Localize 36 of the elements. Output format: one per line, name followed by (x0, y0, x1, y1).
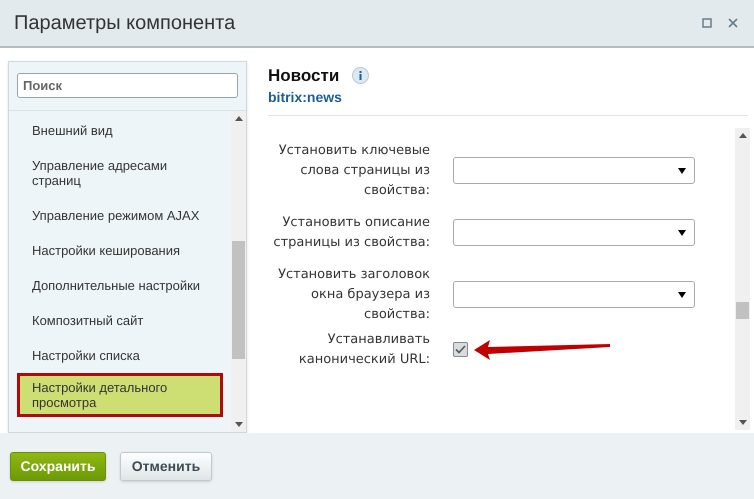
cancel-button[interactable]: Отменить (120, 452, 212, 480)
field-label: Установить описание страницы из свойства: (272, 214, 430, 252)
window-title: Параметры компонента (14, 11, 236, 36)
field-label: Устанавливать канонический URL: (298, 330, 430, 368)
search-field[interactable]: Поиск (17, 73, 238, 98)
field-label: Установить заголовок окна браузера из свойства: (277, 266, 430, 324)
field-label: Установить ключевые слова страницы из свойства: (278, 142, 430, 200)
info-icon[interactable] (352, 67, 370, 84)
caret-icon (678, 230, 686, 236)
component-code: bitrix:news (268, 88, 343, 104)
sidebar-item[interactable]: Внешний вид (17, 113, 223, 148)
scroll-down-icon[interactable] (738, 420, 746, 425)
component-title: Новости (268, 65, 340, 87)
scroll-up-icon[interactable] (234, 116, 242, 121)
scrollbar[interactable] (231, 111, 246, 432)
sidebar-item[interactable]: Настройки списка (17, 338, 223, 373)
caret-icon (678, 292, 686, 298)
scroll-up-icon[interactable] (738, 132, 746, 138)
sidebar-item[interactable]: Управление режимом AJAX (17, 198, 223, 233)
select-field[interactable] (453, 157, 695, 184)
scroll-down-icon[interactable] (234, 422, 242, 427)
sidebar-item[interactable]: Управление адресами страниц (17, 148, 223, 198)
select-field[interactable] (453, 219, 695, 246)
caret-icon (678, 168, 686, 174)
scrollbar[interactable] (735, 128, 750, 430)
checkmark-icon (455, 345, 466, 354)
checkbox[interactable] (453, 342, 468, 357)
sidebar-item[interactable]: Настройки детального просмотра (17, 373, 223, 417)
sidebar-item[interactable]: Настройки кеширования (17, 233, 223, 268)
maximize-icon[interactable] (702, 18, 712, 28)
select-field[interactable] (453, 281, 695, 308)
sidebar-item[interactable]: Дополнительные настройки (17, 268, 223, 303)
scroll-thumb[interactable] (736, 302, 749, 318)
sidebar-item[interactable]: Композитный сайт (17, 303, 223, 338)
close-icon[interactable] (728, 18, 738, 28)
scroll-thumb[interactable] (232, 241, 245, 359)
